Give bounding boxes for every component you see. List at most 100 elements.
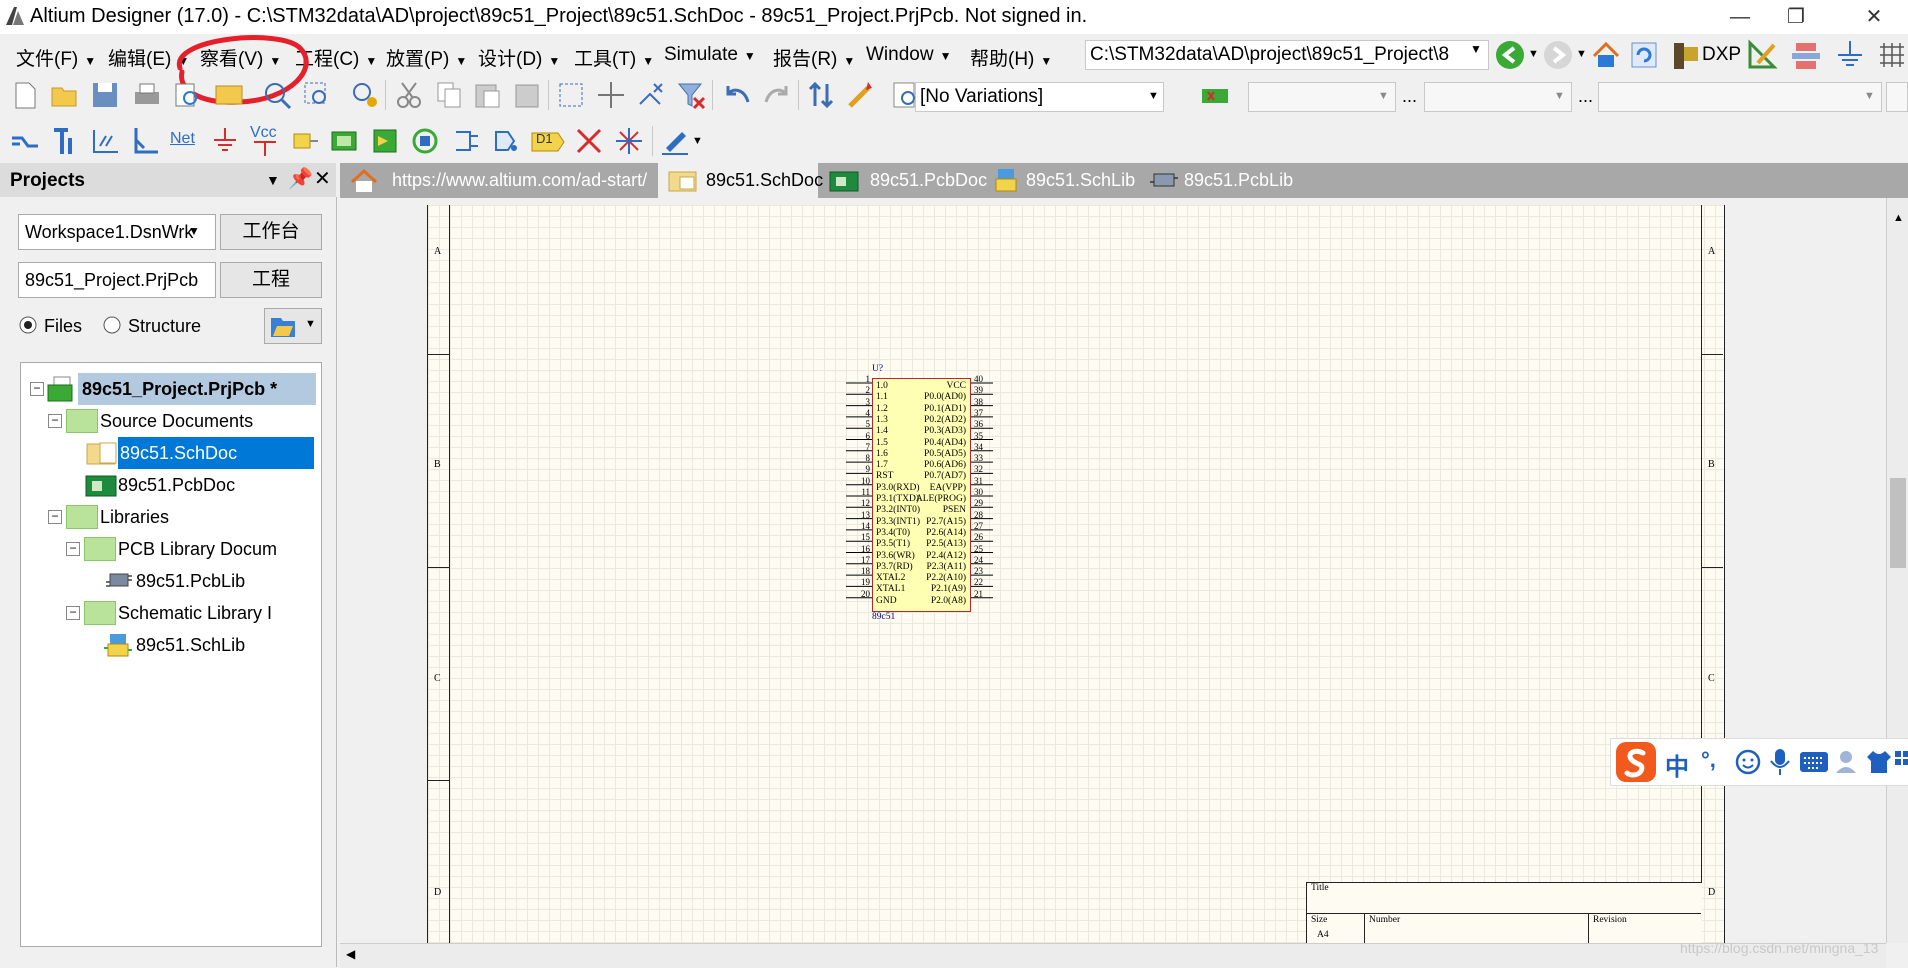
tree-item-schdoc[interactable]: 89c51.SchDoc <box>22 437 314 469</box>
open-doc-icon[interactable] <box>214 80 244 110</box>
net-label-tool[interactable]: Net <box>170 130 195 148</box>
vertical-scroll-thumb[interactable] <box>1890 478 1906 568</box>
new-file-icon[interactable] <box>10 80 40 110</box>
paste-icon[interactable] <box>472 80 502 110</box>
select-area-icon[interactable] <box>556 80 586 110</box>
component-89c51[interactable]: 1 1.0 2 1.1 3 1.2 4 1.3 5 1.4 6 1.5 7 1.6 8 1.7 9 RST 10 P3… <box>846 374 993 612</box>
menu-window[interactable]: Window ▼ <box>866 44 951 66</box>
radio-structure[interactable] <box>102 315 122 335</box>
ground-icon[interactable] <box>1834 39 1866 71</box>
dxp-icon[interactable] <box>1672 39 1702 71</box>
drawing-tools-icon[interactable] <box>660 126 690 156</box>
zoom-area-icon[interactable] <box>302 80 332 110</box>
menu-simulate[interactable]: Simulate ▼ <box>664 44 756 66</box>
redo-icon[interactable] <box>762 80 792 110</box>
tab-schdoc[interactable]: 89c51.SchDoc <box>658 163 823 198</box>
workspace-dropdown-icon[interactable]: ▼ <box>188 224 200 238</box>
print-icon[interactable] <box>132 80 162 110</box>
project-button[interactable]: 工程 <box>220 262 322 298</box>
tree-item-pcb-library-documents[interactable]: − PCB Library Docum <box>22 533 312 565</box>
zoom-fit-icon[interactable] <box>262 80 292 110</box>
radio-files[interactable] <box>18 315 38 335</box>
document-path-combo[interactable]: C:\STM32data\AD\project\89c51_Project\8 <box>1085 40 1489 70</box>
tab-home[interactable]: https://www.altium.com/ad-start/ <box>344 163 654 198</box>
menu-file[interactable]: 文件(F) ▼ <box>16 44 96 71</box>
combo-3-dropdown-icon[interactable]: ▼ <box>1864 90 1875 102</box>
bus-entry-icon[interactable] <box>130 126 160 156</box>
signal-harness-icon[interactable] <box>90 126 120 156</box>
parameter-combo-4[interactable] <box>1886 82 1908 112</box>
menu-design[interactable]: 设计(D) ▼ <box>478 44 560 71</box>
ime-menu-icon[interactable] <box>1895 751 1908 773</box>
align-icon[interactable] <box>1790 39 1822 71</box>
tree-item-pcblib[interactable]: 89c51.PcbLib <box>22 565 312 597</box>
ime-punctuation[interactable]: °, <box>1701 747 1716 773</box>
close-panel-icon[interactable]: ✕ <box>314 166 331 191</box>
combo-1-dropdown-icon[interactable]: ▼ <box>1378 90 1389 102</box>
close-window-button[interactable]: ✕ <box>1846 0 1902 34</box>
minimize-button[interactable]: — <box>1712 0 1768 34</box>
tab-pcbdoc[interactable]: 89c51.PcbDoc <box>822 163 987 198</box>
horizontal-scrollbar[interactable]: ◀ <box>340 943 1886 968</box>
collapse-icon[interactable]: − <box>66 606 80 620</box>
ime-toolbar[interactable]: 中 °, <box>1610 738 1908 786</box>
tab-schlib[interactable]: 89c51.SchLib <box>986 163 1140 198</box>
print-preview-icon[interactable] <box>172 80 202 110</box>
variant-manager-icon[interactable] <box>1200 81 1230 111</box>
restore-button[interactable]: ❐ <box>1768 0 1824 34</box>
save-icon[interactable] <box>90 80 120 110</box>
sogou-logo-icon[interactable] <box>1615 741 1657 783</box>
tree-item-libraries[interactable]: − Libraries <box>22 501 312 533</box>
radio-files-label[interactable]: Files <box>44 316 82 337</box>
parameter-combo-3[interactable] <box>1598 82 1882 112</box>
microphone-icon[interactable] <box>1769 747 1791 777</box>
collapse-icon[interactable]: − <box>30 382 44 396</box>
variations-combo[interactable]: [No Variations] <box>915 82 1164 112</box>
user-icon[interactable] <box>1835 749 1861 775</box>
tree-item-project[interactable]: − 89c51_Project.PrjPcb * <box>22 373 316 405</box>
dxp-menu[interactable]: DXP <box>1702 44 1741 66</box>
project-combo[interactable]: 89c51_Project.PrjPcb <box>18 262 216 298</box>
clear-filter-icon[interactable] <box>676 80 706 110</box>
no-erc-icon[interactable] <box>574 126 604 156</box>
home-icon[interactable] <box>1590 39 1622 71</box>
up-down-hierarchy-icon[interactable] <box>806 80 836 110</box>
menu-place[interactable]: 放置(P) ▼ <box>386 44 467 71</box>
rubber-stamp-icon[interactable] <box>512 80 542 110</box>
forward-icon[interactable] <box>1542 39 1574 71</box>
scroll-up-icon[interactable]: ▲ <box>1893 212 1904 224</box>
pin-panel-icon[interactable]: 📌 <box>288 166 313 191</box>
sheet-entry-icon[interactable] <box>370 126 400 156</box>
gnd-port-icon[interactable] <box>210 126 240 156</box>
copy-icon[interactable] <box>434 80 464 110</box>
skin-icon[interactable] <box>1865 749 1893 775</box>
tree-item-schematic-library-documents[interactable]: − Schematic Library I <box>22 597 312 629</box>
forward-dropdown-icon[interactable]: ▼ <box>1576 48 1587 60</box>
harness-connector-icon[interactable] <box>452 126 482 156</box>
open-folder-icon[interactable] <box>50 80 80 110</box>
grid-icon[interactable] <box>1876 39 1908 71</box>
collapse-icon[interactable]: − <box>48 510 62 524</box>
radio-structure-label[interactable]: Structure <box>128 316 201 337</box>
bus-icon[interactable] <box>50 126 80 156</box>
workspace-button[interactable]: 工作台 <box>220 214 322 250</box>
tree-item-source-documents[interactable]: − Source Documents <box>22 405 312 437</box>
tree-item-pcbdoc[interactable]: 89c51.PcbDoc <box>22 469 312 501</box>
combo-2-dropdown-icon[interactable]: ▼ <box>1554 90 1565 102</box>
open-doc-dropdown-icon[interactable]: ▼ <box>305 318 316 330</box>
port-icon[interactable] <box>492 126 522 156</box>
place-part-icon[interactable] <box>290 126 320 156</box>
scroll-left-icon[interactable]: ◀ <box>346 947 355 961</box>
workspace-combo[interactable]: Workspace1.DsnWrk <box>18 214 216 250</box>
tree-item-schlib[interactable]: 89c51.SchLib <box>22 629 312 661</box>
path-dropdown-icon[interactable]: ▼ <box>1470 42 1482 56</box>
wire-icon[interactable] <box>10 126 40 156</box>
undo-icon[interactable] <box>722 80 752 110</box>
tab-pcblib[interactable]: 89c51.PcbLib <box>1144 163 1304 198</box>
diff-pair-icon[interactable] <box>614 126 644 156</box>
menu-tools[interactable]: 工具(T) ▼ <box>574 44 654 71</box>
sheet-symbol-icon[interactable] <box>330 126 360 156</box>
schematic-sheet[interactable] <box>427 205 1725 943</box>
zoom-selected-icon[interactable] <box>350 80 380 110</box>
back-dropdown-icon[interactable]: ▼ <box>1528 48 1539 60</box>
